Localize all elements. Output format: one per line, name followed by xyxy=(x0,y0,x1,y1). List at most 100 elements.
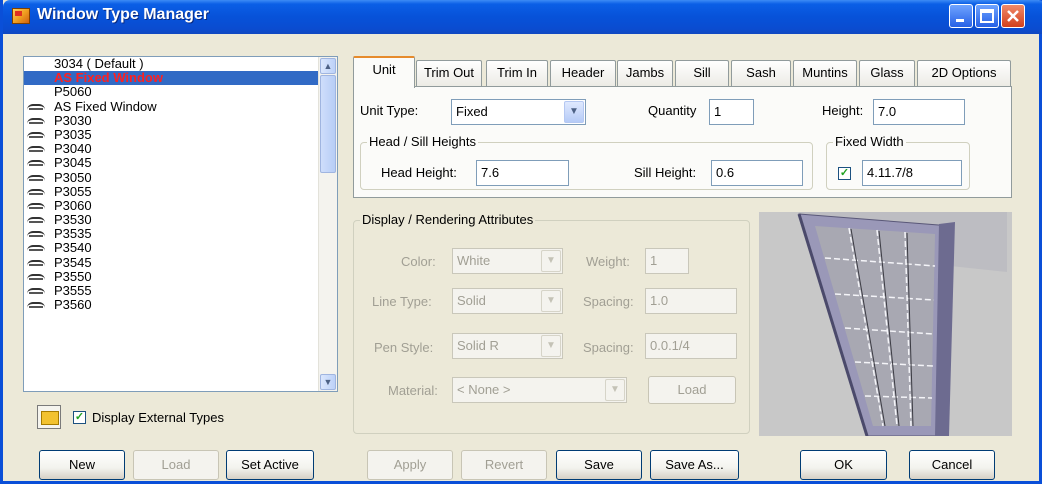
tab-trim-out[interactable]: Trim Out xyxy=(416,60,482,86)
save-button[interactable]: Save xyxy=(556,450,642,480)
window-3d-preview[interactable] xyxy=(759,212,1012,436)
revert-button[interactable]: Revert xyxy=(461,450,547,480)
list-item[interactable]: P3550 xyxy=(24,269,319,284)
list-item-label: P3540 xyxy=(54,240,92,256)
fixed-width-field[interactable]: 4.11.7/8 xyxy=(862,160,962,186)
height-field[interactable]: 7.0 xyxy=(873,99,965,125)
list-item[interactable]: P3530 xyxy=(24,213,319,227)
list-item[interactable]: P3055 xyxy=(24,184,319,199)
list-item[interactable]: P3545 xyxy=(24,255,319,270)
display-rendering-title: Display / Rendering Attributes xyxy=(360,212,536,227)
list-item-label: P3035 xyxy=(54,126,92,142)
list-item[interactable]: P3535 xyxy=(24,227,319,241)
list-item-label: AS Fixed Window xyxy=(54,70,163,86)
tab-trim-in[interactable]: Trim In xyxy=(486,60,548,86)
list-item-label: P3060 xyxy=(54,197,92,213)
list-item[interactable]: P3030 xyxy=(24,113,319,128)
list-item[interactable]: P3045 xyxy=(24,156,319,170)
browse-folder-button[interactable] xyxy=(37,405,61,429)
material-value: < None > xyxy=(457,382,511,397)
cancel-button[interactable]: Cancel xyxy=(909,450,995,480)
list-item[interactable]: 3034 ( Default ) xyxy=(24,57,319,71)
color-select[interactable]: White ▼ xyxy=(452,248,563,274)
spacing-label-1: Spacing: xyxy=(583,294,634,309)
tab-sash[interactable]: Sash xyxy=(731,60,791,86)
tab-sill[interactable]: Sill xyxy=(675,60,729,86)
list-item[interactable]: P3560 xyxy=(24,298,319,312)
list-item-label: 3034 ( Default ) xyxy=(54,57,144,71)
list-item[interactable]: P3040 xyxy=(24,142,319,156)
chevron-down-icon[interactable]: ▼ xyxy=(564,101,584,123)
spacing-field-2[interactable]: 0.0.1/4 xyxy=(645,333,737,359)
quantity-field[interactable]: 1 xyxy=(709,99,754,125)
close-icon xyxy=(1007,10,1019,22)
list-item-label: P3560 xyxy=(54,297,92,313)
material-select[interactable]: < None > ▼ xyxy=(452,377,627,403)
set-active-button[interactable]: Set Active xyxy=(226,450,314,480)
tab-header[interactable]: Header xyxy=(550,60,616,86)
new-button[interactable]: New xyxy=(39,450,125,480)
apply-button[interactable]: Apply xyxy=(367,450,453,480)
load-type-button[interactable]: Load xyxy=(133,450,219,480)
line-type-select[interactable]: Solid ▼ xyxy=(452,288,563,314)
window-title: Window Type Manager xyxy=(37,6,210,23)
close-button[interactable] xyxy=(1001,4,1025,28)
scroll-down-button[interactable]: ▼ xyxy=(320,374,336,390)
external-type-icon xyxy=(27,259,45,266)
unit-type-value: Fixed xyxy=(456,104,488,119)
pen-style-select[interactable]: Solid R ▼ xyxy=(452,333,563,359)
list-scrollbar[interactable]: ▲ ▼ xyxy=(318,57,337,391)
sill-height-field[interactable]: 0.6 xyxy=(711,160,803,186)
list-item-label: P3530 xyxy=(54,212,92,228)
tab-jambs[interactable]: Jambs xyxy=(617,60,673,86)
external-type-icon xyxy=(27,117,45,124)
display-external-checkbox[interactable]: ✓ xyxy=(73,411,86,424)
pen-style-value: Solid R xyxy=(457,338,499,353)
list-item[interactable]: AS Fixed Window xyxy=(24,70,319,86)
unit-type-select[interactable]: Fixed ▼ xyxy=(451,99,586,125)
tab-muntins[interactable]: Muntins xyxy=(793,60,857,86)
list-item[interactable]: P3060 xyxy=(24,197,319,213)
chevron-down-icon[interactable]: ▼ xyxy=(605,379,625,401)
material-label: Material: xyxy=(388,383,438,398)
head-height-label: Head Height: xyxy=(381,165,457,180)
list-item[interactable]: P3035 xyxy=(24,126,319,142)
list-item[interactable]: AS Fixed Window xyxy=(24,98,319,114)
display-external-label: Display External Types xyxy=(92,410,224,425)
spacing-field-1[interactable]: 1.0 xyxy=(645,288,737,314)
list-item[interactable]: P3555 xyxy=(24,284,319,298)
tab-2d-options[interactable]: 2D Options xyxy=(917,60,1011,86)
window-type-list[interactable]: 3034 ( Default ) AS Fixed Window P5060 AS F… xyxy=(23,56,338,392)
save-as-button[interactable]: Save As... xyxy=(650,450,739,480)
list-item[interactable]: P3050 xyxy=(24,170,319,185)
external-type-icon xyxy=(27,131,45,138)
title-bar[interactable]: Window Type Manager xyxy=(3,0,1042,34)
folder-icon xyxy=(41,411,59,425)
external-type-icon xyxy=(27,103,45,110)
scroll-thumb[interactable] xyxy=(320,75,336,173)
window-type-manager-dialog: Window Type Manager 3034 ( Default ) AS F… xyxy=(0,0,1042,484)
external-type-icon xyxy=(27,146,45,153)
list-item[interactable]: P3540 xyxy=(24,241,319,255)
external-type-icon xyxy=(27,202,45,209)
list-item-label: P5060 xyxy=(54,84,92,100)
external-type-icon xyxy=(27,174,45,181)
material-load-button[interactable]: Load xyxy=(648,376,736,404)
weight-field[interactable]: 1 xyxy=(645,248,689,274)
minimize-button[interactable] xyxy=(949,4,973,28)
spacing-label-2: Spacing: xyxy=(583,340,634,355)
fixed-width-checkbox[interactable]: ✓ xyxy=(838,167,851,180)
chevron-down-icon[interactable]: ▼ xyxy=(541,250,561,272)
scroll-up-button[interactable]: ▲ xyxy=(320,58,336,74)
chevron-down-icon[interactable]: ▼ xyxy=(541,335,561,357)
maximize-button[interactable] xyxy=(975,4,999,28)
list-item[interactable]: P5060 xyxy=(24,85,319,99)
tab-glass[interactable]: Glass xyxy=(859,60,915,86)
head-height-field[interactable]: 7.6 xyxy=(476,160,569,186)
chevron-down-icon[interactable]: ▼ xyxy=(541,290,561,312)
external-type-icon xyxy=(27,188,45,195)
ok-button[interactable]: OK xyxy=(800,450,887,480)
window-type-list-items: 3034 ( Default ) AS Fixed Window P5060 AS F… xyxy=(24,57,319,391)
tab-unit[interactable]: Unit xyxy=(353,56,415,88)
list-item-label: AS Fixed Window xyxy=(54,98,157,114)
